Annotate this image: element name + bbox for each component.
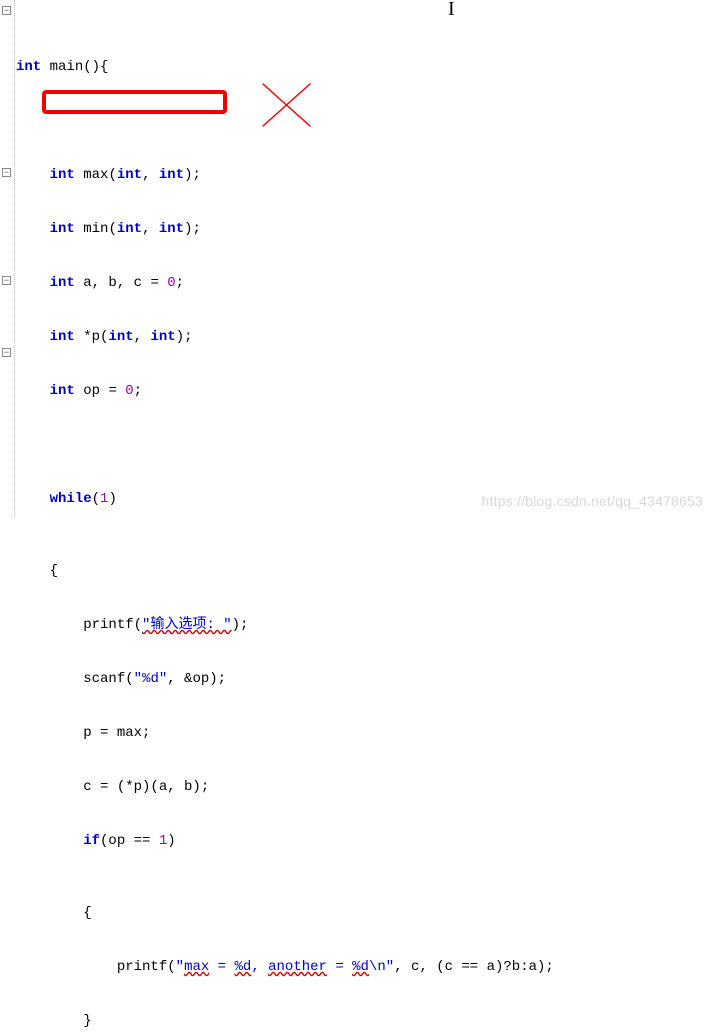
code-line: printf("输入选项: "); bbox=[16, 616, 711, 634]
annotation-x-mark-icon bbox=[255, 76, 325, 136]
code-editor: − int main(){ int max(int, int); int min… bbox=[0, 0, 711, 1032]
code-line: int main(){ bbox=[16, 58, 711, 76]
code-line: int a, b, c = 0; bbox=[16, 274, 711, 292]
code-line: int max(int, int); bbox=[16, 166, 711, 184]
code-line: int min(int, int); bbox=[16, 220, 711, 238]
code-line: int op = 0; bbox=[16, 382, 711, 400]
watermark-text: https://blog.csdn.net/qq_43478653 bbox=[482, 492, 703, 510]
code-line: printf("max = %d, another = %d\n", c, (c… bbox=[16, 958, 711, 976]
code-line: p = max; bbox=[16, 724, 711, 742]
code-line bbox=[16, 112, 711, 130]
annotation-highlight-box bbox=[42, 90, 227, 114]
code-line: int *p(int, int); bbox=[16, 328, 711, 346]
fold-icon[interactable]: − bbox=[2, 348, 11, 357]
fold-icon[interactable]: − bbox=[2, 6, 11, 15]
code-line: if(op == 1) bbox=[16, 832, 711, 850]
text-caret-icon: I bbox=[448, 0, 455, 18]
code-line: scanf("%d", &op); bbox=[16, 670, 711, 688]
code-line: { bbox=[16, 562, 711, 580]
code-line: } bbox=[16, 1012, 711, 1030]
code-line: c = (*p)(a, b); bbox=[16, 778, 711, 796]
code-line bbox=[16, 436, 711, 454]
fold-icon[interactable]: − bbox=[2, 276, 11, 285]
fold-icon[interactable]: − bbox=[2, 168, 11, 177]
code-line: { bbox=[16, 904, 711, 922]
